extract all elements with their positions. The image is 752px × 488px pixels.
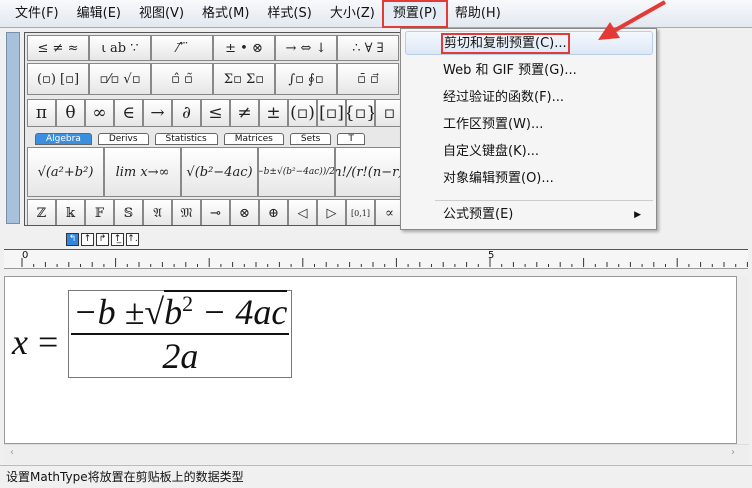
menu-edit[interactable]: 编辑(E) <box>68 2 130 26</box>
eq-denominator: 2a <box>162 336 199 376</box>
symbol-button[interactable]: ≠ <box>230 99 259 127</box>
symbol-button[interactable]: 𝔄 <box>143 199 172 225</box>
alignment-button[interactable]: ↑̲ <box>111 233 124 246</box>
palette-tab[interactable]: Derivs <box>97 133 149 145</box>
ruler: 0 5 <box>4 249 748 269</box>
ruler-label-5: 5 <box>488 250 495 261</box>
menu-help[interactable]: 帮助(H) <box>446 2 510 26</box>
symbol-button[interactable]: ∈ <box>114 99 143 127</box>
menu-item-web-gif-prefs[interactable]: Web 和 GIF 预置(G)... <box>405 59 653 83</box>
palette-button[interactable]: ▫̄ ▫⃗ <box>337 63 399 95</box>
symbol-button[interactable]: ▷ <box>317 199 346 225</box>
submenu-arrow-icon: ▶ <box>634 210 641 220</box>
eq-equals: = <box>37 322 59 362</box>
palette-button[interactable]: ± • ⊗ <box>213 35 275 61</box>
palette-tab[interactable]: Algebra <box>35 133 92 145</box>
template-button[interactable]: √(a²+b²) <box>27 147 104 197</box>
menu-item-workspace-prefs[interactable]: 工作区预置(W)... <box>405 113 653 137</box>
palette-tab[interactable]: T <box>337 133 365 145</box>
template-button[interactable]: n!/(r!(n−r)!) <box>335 147 403 197</box>
menu-file[interactable]: 文件(F) <box>6 2 68 26</box>
symbol-button[interactable]: ± <box>259 99 288 127</box>
symbol-button[interactable]: ∂ <box>172 99 201 127</box>
palette-button[interactable]: ▫⁄▫ √▫ <box>89 63 151 95</box>
symbol-button[interactable]: ⊗ <box>230 199 259 225</box>
palette-button[interactable]: ⍳ ab ∵ <box>89 35 151 61</box>
menu-preferences[interactable]: 预置(P) <box>381 0 448 28</box>
menu-format[interactable]: 格式(M) <box>193 2 258 26</box>
menu-item-object-editing-prefs[interactable]: 对象编辑预置(O)... <box>405 167 653 191</box>
menu-separator <box>435 200 653 201</box>
alignment-button[interactable]: ↑ <box>81 233 94 246</box>
palette-button[interactable]: Σ▫ Σ▫ <box>213 63 275 95</box>
eq-lhs: x <box>12 322 28 362</box>
vertical-scrollbar[interactable] <box>737 276 749 444</box>
annotation-arrow-icon <box>598 0 666 40</box>
symbol-button[interactable]: ≤ <box>201 99 230 127</box>
alignment-button[interactable]: ↰ <box>66 233 79 246</box>
symbol-button[interactable]: ◁ <box>288 199 317 225</box>
alignment-button[interactable]: ↑. <box>126 233 139 246</box>
palette-button[interactable]: ≤ ≠ ≈ <box>27 35 89 61</box>
symbol-button[interactable]: → <box>143 99 172 127</box>
equation[interactable]: x = −b ±√b2 − 4ac 2a <box>12 290 293 378</box>
palette-button[interactable]: (▫) [▫] <box>27 63 89 95</box>
palette-button[interactable]: → ⇔ ↓ <box>275 35 337 61</box>
horizontal-scrollbar[interactable]: ‹ › <box>4 444 749 464</box>
menu-item-equation-prefs[interactable]: 公式预置(E) ▶ <box>405 203 653 227</box>
palette-button[interactable]: ⁄ ⃗ ⃛ <box>151 35 213 61</box>
symbol-button[interactable]: (▫) <box>288 99 317 127</box>
symbol-button[interactable]: π <box>27 99 56 127</box>
eq-numerator: −b ±√b2 − 4ac <box>73 290 288 332</box>
eq-fraction: −b ±√b2 − 4ac 2a <box>68 290 293 378</box>
ruler-label-0: 0 <box>22 250 29 261</box>
template-button[interactable]: lim x→∞ <box>104 147 181 197</box>
menu-item-recognized-functions[interactable]: 经过验证的函数(F)... <box>405 86 653 110</box>
symbol-button[interactable]: 𝔐 <box>172 199 201 225</box>
menu-size[interactable]: 大小(Z) <box>321 2 384 26</box>
menu-item-customize-keyboard[interactable]: 自定义键盘(K)... <box>405 140 653 164</box>
menu-view[interactable]: 视图(V) <box>130 2 193 26</box>
symbol-button[interactable]: ℤ <box>27 199 56 225</box>
symbol-button[interactable]: 𝕊 <box>114 199 143 225</box>
symbol-button[interactable]: ∞ <box>85 99 114 127</box>
symbol-button[interactable]: θ <box>56 99 85 127</box>
palette-button[interactable]: ∴ ∀ ∃ <box>337 35 399 61</box>
symbol-button[interactable]: ⊸ <box>201 199 230 225</box>
symbol-button[interactable]: [▫] <box>317 99 346 127</box>
alignment-button[interactable]: ↱ <box>96 233 109 246</box>
symbol-button[interactable]: [0,1] <box>346 199 375 225</box>
symbol-button[interactable]: ⊕ <box>259 199 288 225</box>
palette-tab[interactable]: Statistics <box>154 133 218 145</box>
palette-button[interactable]: ∫▫ ∮▫ <box>275 63 337 95</box>
palette-tab[interactable]: Matrices <box>223 133 284 145</box>
symbol-button[interactable]: 𝔽 <box>85 199 114 225</box>
symbol-button[interactable]: {▫} <box>346 99 375 127</box>
palette-button[interactable]: ▫̂ ▫̃ <box>151 63 213 95</box>
status-bar: 设置MathType将放置在剪贴板上的数据类型 <box>0 465 752 487</box>
symbol-button[interactable]: 𝕜 <box>56 199 85 225</box>
toolbar-grip[interactable] <box>6 32 20 224</box>
preferences-dropdown: 剪切和复制预置(C)... Web 和 GIF 预置(G)... 经过验证的函数… <box>400 28 657 230</box>
symbol-palette: ≤ ≠ ≈ ⍳ ab ∵ ⁄ ⃗ ⃛ ± • ⊗ → ⇔ ↓ ∴ ∀ ∃ (▫) [▫] ▫… <box>24 32 404 226</box>
template-button[interactable]: (−b±√(b²−4ac))/2a <box>258 147 335 197</box>
menu-style[interactable]: 样式(S) <box>258 2 320 26</box>
template-button[interactable]: √(b²−4ac) <box>181 147 258 197</box>
palette-tab[interactable]: Sets <box>289 133 332 145</box>
